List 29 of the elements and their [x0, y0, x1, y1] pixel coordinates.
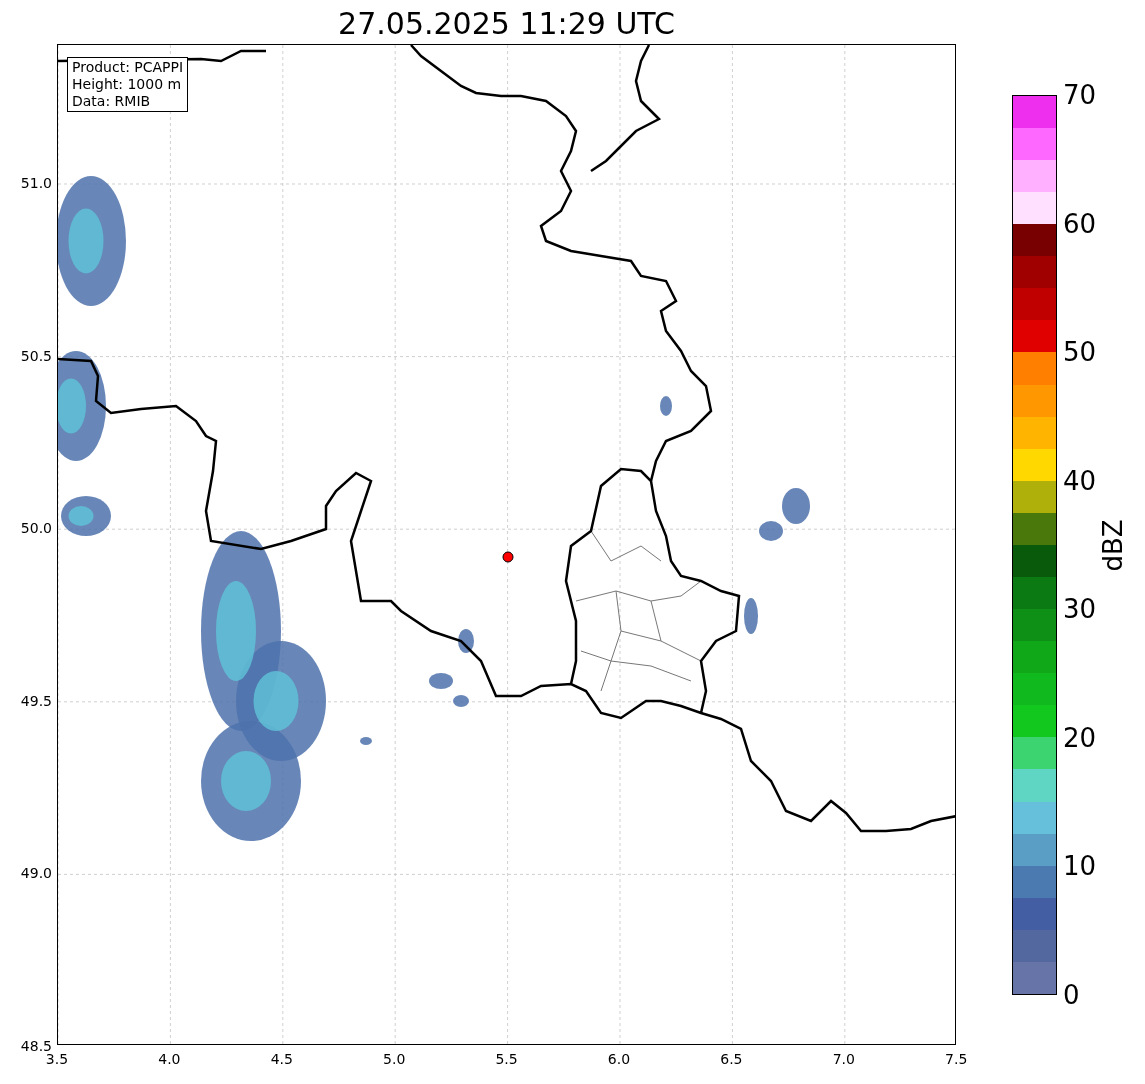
x-tick-label: 7.0 — [831, 1051, 856, 1067]
colorbar-tick-label: 60 — [1063, 208, 1097, 239]
colorbar-tick-label: 50 — [1063, 337, 1097, 368]
x-tick-label: 3.5 — [44, 1051, 70, 1067]
y-tick-label: 49.0 — [20, 865, 52, 882]
x-tick-label: 4.5 — [269, 1051, 294, 1067]
colorbar-tick-label: 70 — [1063, 80, 1097, 110]
chart-title: 27.05.2025 11:29 UTC — [338, 6, 675, 43]
x-tick-label: 5.5 — [494, 1051, 519, 1067]
y-tick-label: 51.0 — [20, 175, 52, 191]
y-tick-label: 50.0 — [20, 520, 52, 537]
x-tick-label: 6.0 — [606, 1051, 632, 1067]
colorbar-tick-label: 0 — [1063, 980, 1080, 1010]
colorbar-tick-label: 40 — [1063, 465, 1097, 496]
y-tick-label: 48.5 — [20, 1038, 52, 1054]
colorbar-tick-label: 20 — [1063, 722, 1097, 753]
x-tick-label: 7.5 — [944, 1051, 969, 1067]
y-tick-label: 50.5 — [20, 347, 52, 364]
x-tick-label: 4.0 — [157, 1051, 182, 1067]
info-text: Product: PCAPPI — [72, 59, 184, 76]
colorbar-tick-label: 30 — [1063, 594, 1097, 625]
colorbar-tick-label: 10 — [1063, 851, 1097, 882]
info-text: Data: RMIB — [72, 93, 152, 110]
y-tick-label: 49.5 — [20, 692, 52, 709]
x-tick-label: 6.5 — [719, 1051, 744, 1067]
x-tick-label: 5.0 — [382, 1051, 407, 1067]
info-text: Height: 1000 m — [72, 76, 183, 93]
radar-site-marker — [502, 551, 514, 563]
colorbar-label: dBZ — [1096, 518, 1129, 572]
